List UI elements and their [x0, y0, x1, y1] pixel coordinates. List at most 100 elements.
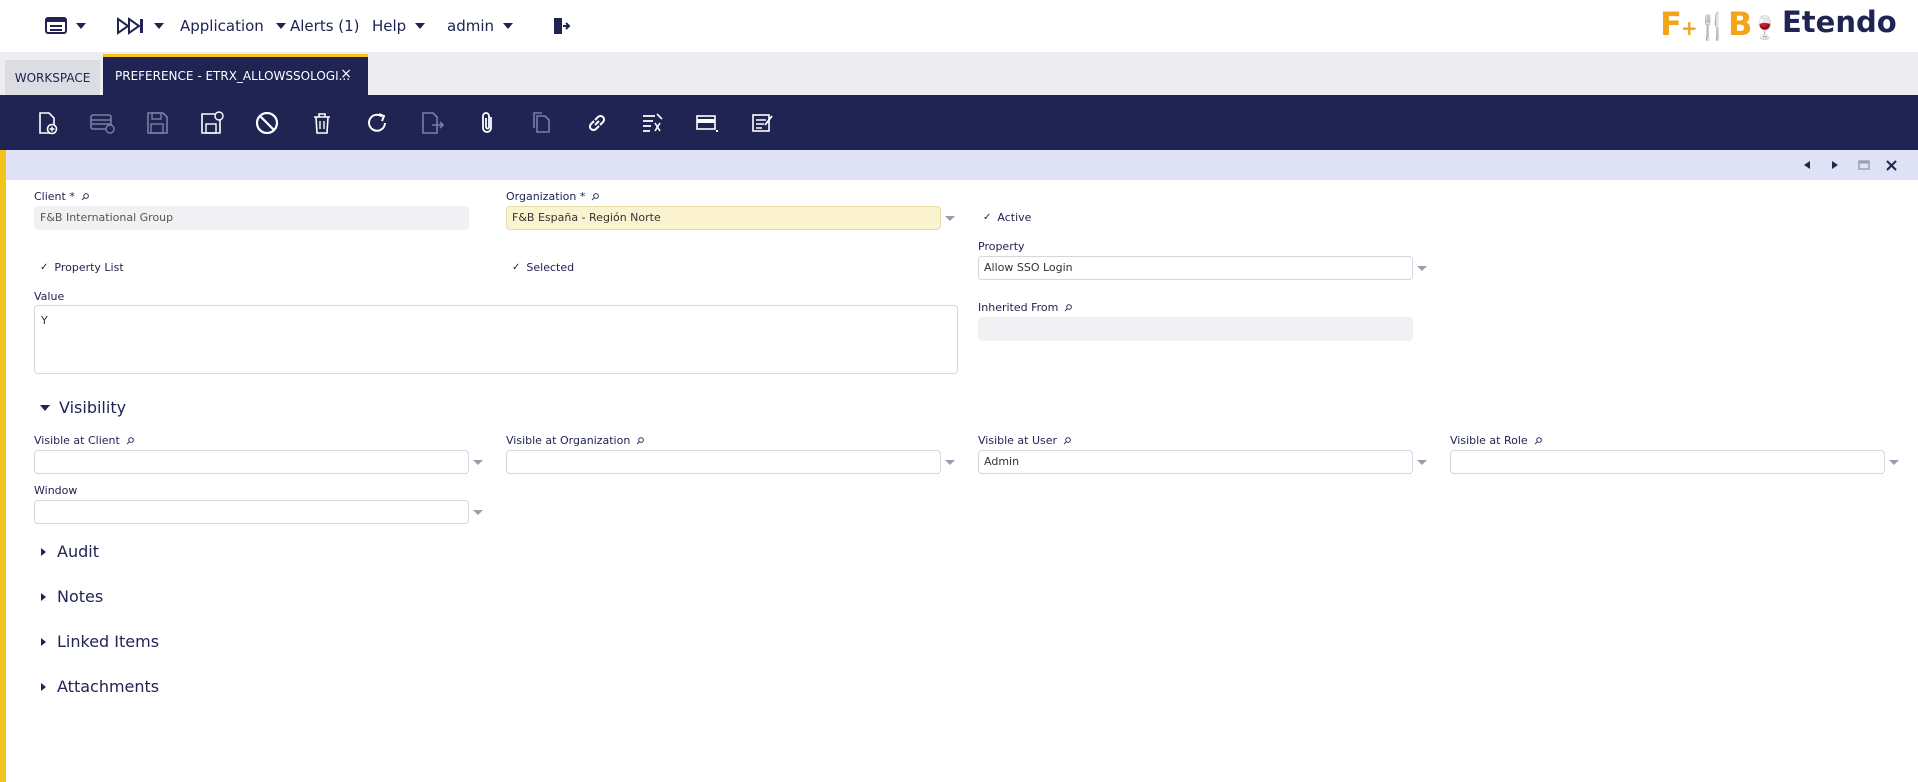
window-list-icon — [45, 17, 67, 34]
delete-button[interactable] — [308, 109, 336, 137]
alerts-link[interactable]: Alerts (1) — [290, 14, 360, 38]
new-record-icon — [39, 112, 58, 135]
attach-button[interactable] — [473, 109, 501, 137]
tab-workspace[interactable]: WORKSPACE — [5, 60, 100, 95]
visible-at-client-label: Visible at Client ⚲ — [34, 434, 136, 448]
link-button[interactable] — [583, 109, 611, 137]
grid-view-icon — [696, 115, 718, 132]
visible-at-user-dropdown-icon[interactable] — [1417, 460, 1427, 465]
chevron-right-icon — [1832, 161, 1838, 169]
new-record-button[interactable] — [33, 109, 61, 137]
property-label: Property — [978, 240, 1025, 253]
visibility-section-header[interactable]: Visibility — [40, 398, 126, 417]
client-field[interactable]: F&B International Group — [34, 206, 469, 230]
visible-at-role-label: Visible at Role ⚲ — [1450, 434, 1544, 448]
window-dropdown-icon[interactable] — [473, 510, 483, 515]
top-navigation-bar: Application Alerts (1) Help admin F+🍴B🍷 … — [0, 0, 1918, 52]
workspace-menu-button[interactable] — [45, 14, 86, 38]
expanded-triangle-icon — [40, 404, 50, 411]
pin-icon: ⚲ — [78, 191, 91, 204]
property-list-label: Property List — [54, 261, 124, 274]
help-menu[interactable]: Help — [372, 14, 426, 38]
export-icon — [422, 112, 445, 134]
copy-button[interactable] — [528, 109, 556, 137]
application-menu[interactable]: Application — [180, 14, 286, 38]
maximize-icon — [1858, 160, 1870, 170]
visible-at-organization-field[interactable] — [506, 450, 941, 474]
chevron-down-icon — [415, 23, 426, 29]
help-menu-label: Help — [372, 17, 407, 35]
close-icon — [1885, 159, 1897, 171]
chevron-down-icon — [154, 23, 164, 29]
refresh-icon — [368, 113, 386, 132]
previous-record-button[interactable] — [1800, 158, 1814, 172]
maximize-button[interactable] — [1857, 158, 1871, 172]
pin-icon: ⚲ — [123, 435, 136, 448]
chevron-left-icon — [1804, 161, 1810, 169]
client-label: Client * ⚲ — [34, 190, 91, 204]
fb-logo: F+🍴B🍷 — [1660, 5, 1779, 43]
inherited-from-field — [978, 317, 1413, 341]
visibility-section-title: Visibility — [59, 398, 127, 417]
logout-icon — [554, 18, 571, 34]
save-close-button[interactable] — [198, 109, 226, 137]
visible-at-client-field[interactable] — [34, 450, 469, 474]
process-button[interactable] — [638, 109, 666, 137]
notes-icon — [752, 114, 773, 132]
close-icon[interactable]: × — [340, 66, 352, 82]
trash-icon — [314, 113, 330, 134]
value-label: Value — [34, 290, 65, 303]
notes-button[interactable] — [748, 109, 776, 137]
attachments-section-header[interactable]: Attachments — [40, 677, 159, 696]
property-field[interactable]: Allow SSO Login — [978, 256, 1413, 280]
export-button[interactable] — [418, 109, 446, 137]
tabs-bar: WORKSPACE PREFERENCE - ETRX_ALLOWSSOLOGI… — [0, 52, 1918, 95]
next-record-button[interactable] — [1828, 158, 1842, 172]
linked-items-section-header[interactable]: Linked Items — [40, 632, 159, 651]
linked-items-section-title: Linked Items — [57, 632, 160, 651]
cancel-icon — [255, 111, 279, 135]
window-field[interactable] — [34, 500, 469, 524]
pin-icon: ⚲ — [1530, 435, 1544, 448]
visible-at-user-field[interactable]: Admin — [978, 450, 1413, 474]
save-button[interactable] — [143, 109, 171, 137]
undo-button[interactable] — [253, 109, 281, 137]
logout-button[interactable] — [551, 14, 571, 38]
pin-icon: ⚲ — [1060, 435, 1074, 448]
check-icon: ✓ — [512, 262, 521, 273]
chevron-down-icon — [76, 23, 86, 29]
collapsed-triangle-icon — [41, 547, 46, 556]
value-textarea[interactable]: Y — [34, 305, 958, 374]
visible-at-role-dropdown-icon[interactable] — [1889, 460, 1899, 465]
selected-checkbox[interactable]: ✓ Selected — [512, 261, 574, 274]
user-menu-label: admin — [447, 17, 494, 35]
etendo-logo: Etendo — [1782, 5, 1897, 39]
checklist-icon — [643, 113, 663, 132]
chevron-down-icon — [503, 23, 513, 29]
fast-forward-icon — [117, 17, 143, 35]
organization-label: Organization * ⚲ — [506, 190, 602, 204]
active-checkbox[interactable]: ✓ Active — [983, 211, 1031, 224]
tab-preference[interactable]: PREFERENCE - ETRX_ALLOWSSOLOGI... × — [103, 54, 368, 95]
pin-icon: ⚲ — [1061, 302, 1075, 315]
inherited-from-label: Inherited From ⚲ — [978, 301, 1075, 315]
visible-at-organization-dropdown-icon[interactable] — [945, 460, 955, 465]
grid-view-button[interactable] — [693, 109, 721, 137]
chevron-down-icon — [275, 23, 286, 29]
property-dropdown-icon[interactable] — [1417, 266, 1427, 271]
visible-at-client-dropdown-icon[interactable] — [473, 460, 483, 465]
new-row-button[interactable] — [88, 109, 116, 137]
user-menu[interactable]: admin — [447, 14, 513, 38]
visible-at-role-field[interactable] — [1450, 450, 1885, 474]
property-list-checkbox[interactable]: ✓ Property List — [40, 261, 124, 274]
organization-field[interactable]: F&B España - Región Norte — [506, 206, 941, 230]
quick-launch-button[interactable] — [117, 14, 164, 38]
record-status-bar — [6, 150, 1918, 180]
link-icon — [588, 114, 606, 132]
active-label: Active — [997, 211, 1032, 224]
notes-section-header[interactable]: Notes — [40, 587, 103, 606]
close-record-button[interactable] — [1884, 158, 1898, 172]
audit-section-header[interactable]: Audit — [40, 542, 99, 561]
refresh-button[interactable] — [363, 109, 391, 137]
organization-dropdown-icon[interactable] — [945, 216, 955, 221]
